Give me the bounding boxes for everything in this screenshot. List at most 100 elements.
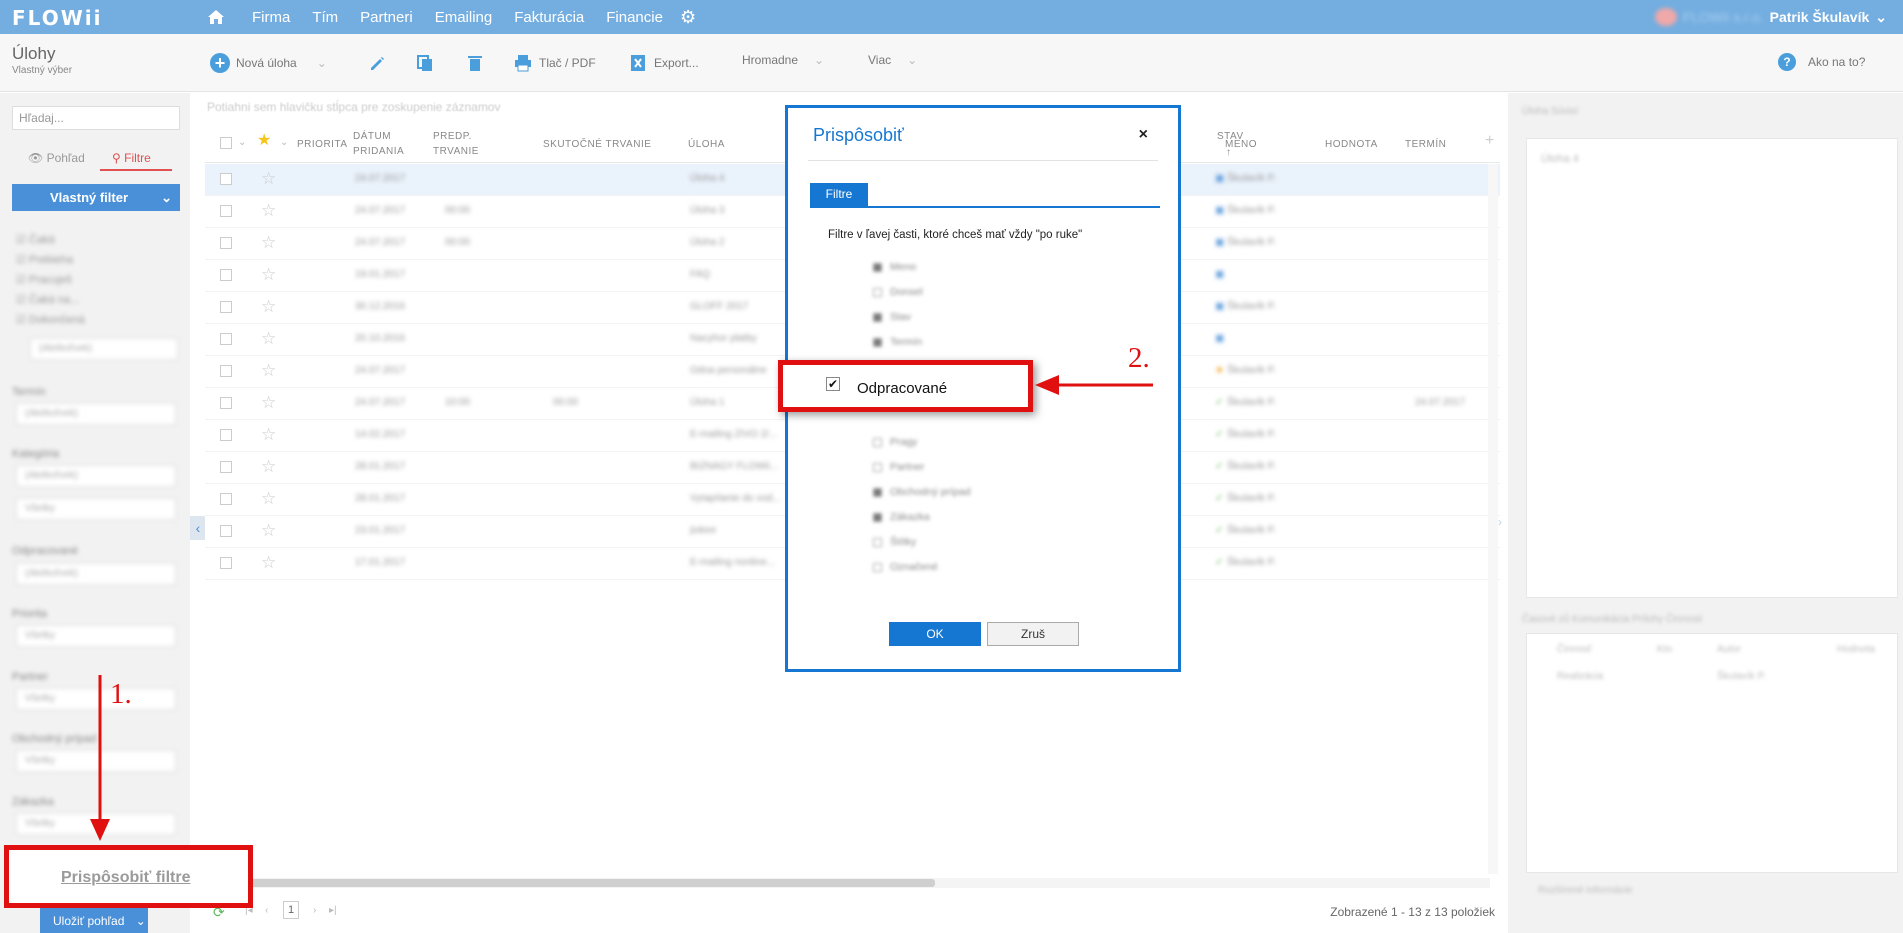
- filter-option-checkbox[interactable]: [873, 512, 882, 522]
- star-icon[interactable]: ☆: [261, 169, 276, 189]
- bulk-actions-dropdown[interactable]: Hromadne ⌄: [742, 53, 824, 67]
- tab-filters[interactable]: ⚲ Filtre: [112, 151, 151, 165]
- prev-page-icon[interactable]: ‹: [265, 905, 268, 916]
- filter-option[interactable]: Termín: [873, 336, 922, 348]
- star-filter-icon[interactable]: ★: [257, 133, 272, 149]
- status-filter-item[interactable]: ☑ Prebieha: [16, 253, 73, 266]
- filter-option[interactable]: Stav: [873, 311, 911, 323]
- edit-button[interactable]: [367, 53, 387, 73]
- col-deadline[interactable]: TERMÍN: [1405, 137, 1446, 152]
- filter-option-checkbox[interactable]: [873, 562, 882, 572]
- chevron-down-icon[interactable]: ⌄: [280, 135, 289, 150]
- new-task-button[interactable]: + Nová úloha ⌄: [210, 53, 327, 73]
- row-checkbox[interactable]: [220, 557, 232, 569]
- search-input[interactable]: Hľadaj...: [12, 106, 180, 130]
- category-select[interactable]: (Akékoľvek): [16, 465, 176, 487]
- status-filter-item[interactable]: ☑ Čaká: [16, 233, 55, 246]
- nav-firma[interactable]: Firma: [252, 9, 290, 26]
- detail-tabs[interactable]: Úloha Súvisí: [1522, 106, 1578, 117]
- custom-filter-dropdown[interactable]: Vlastný filter ⌄: [12, 184, 180, 211]
- filter-option[interactable]: Partner: [873, 461, 924, 473]
- more-dropdown[interactable]: Viac ⌄: [868, 53, 917, 67]
- export-button[interactable]: Export...: [628, 53, 699, 73]
- filter-option[interactable]: Obchodný prípad: [873, 486, 971, 498]
- star-icon[interactable]: ☆: [261, 233, 276, 253]
- nav-emailing[interactable]: Emailing: [435, 9, 493, 26]
- collapse-right-panel-icon[interactable]: ›: [1498, 515, 1508, 539]
- row-checkbox[interactable]: [220, 301, 232, 313]
- col-planned-duration[interactable]: PREDP. TRVANIE: [433, 129, 483, 159]
- col-actual-duration[interactable]: SKUTOČNÉ TRVANIE: [543, 137, 651, 152]
- status-filter-item[interactable]: ☑ Čaká na...: [16, 293, 79, 306]
- star-icon[interactable]: ☆: [261, 393, 276, 413]
- row-checkbox[interactable]: [220, 525, 232, 537]
- filter-option[interactable]: Označené: [873, 561, 938, 573]
- row-checkbox[interactable]: [220, 365, 232, 377]
- delete-button[interactable]: [465, 53, 485, 73]
- cancel-button[interactable]: Zruš: [987, 622, 1079, 646]
- tab-filters[interactable]: Filtre: [810, 183, 868, 206]
- filter-option[interactable]: Meno: [873, 261, 916, 273]
- extended-info-link[interactable]: Rozšírené informácie: [1538, 885, 1632, 896]
- filter-option-checkbox[interactable]: [873, 487, 882, 497]
- nav-partneri[interactable]: Partneri: [360, 9, 413, 26]
- filter-option-checkbox[interactable]: [873, 537, 882, 547]
- nav-tim[interactable]: Tím: [312, 9, 338, 26]
- row-checkbox[interactable]: [220, 173, 232, 185]
- col-value[interactable]: HODNOTA: [1325, 137, 1378, 152]
- scrollbar-thumb[interactable]: [235, 879, 935, 887]
- copy-button[interactable]: [415, 53, 435, 73]
- star-icon[interactable]: ☆: [261, 521, 276, 541]
- help-button[interactable]: ? Ako na to?: [1778, 53, 1865, 71]
- user-menu[interactable]: FLOWii s.r.o. Patrik Škulavík ⌄: [1654, 8, 1887, 26]
- col-name[interactable]: MENO: [1225, 137, 1257, 152]
- row-checkbox[interactable]: [220, 493, 232, 505]
- row-checkbox[interactable]: [220, 205, 232, 217]
- next-page-icon[interactable]: ›: [313, 905, 316, 916]
- ok-button[interactable]: OK: [889, 622, 981, 646]
- select-all-checkbox[interactable]: [220, 137, 232, 149]
- chevron-down-icon[interactable]: ⌄: [238, 135, 247, 150]
- page-number[interactable]: 1: [283, 901, 299, 919]
- nav-fakturacia[interactable]: Fakturácia: [514, 9, 584, 26]
- col-task[interactable]: ÚLOHA: [688, 137, 725, 152]
- filter-option-checkbox[interactable]: [873, 437, 882, 447]
- star-icon[interactable]: ☆: [261, 361, 276, 381]
- worked-select[interactable]: (Akékoľvek): [16, 563, 176, 585]
- worked-checkbox[interactable]: ✔: [826, 377, 840, 391]
- vertical-scrollbar[interactable]: [1488, 164, 1498, 874]
- flowii-logo[interactable]: FLOWii: [12, 6, 102, 30]
- add-column-icon[interactable]: +: [1485, 133, 1495, 149]
- chevron-down-icon[interactable]: ⌄: [317, 56, 327, 70]
- status-filter-item[interactable]: ☑ Dokončená: [16, 313, 85, 326]
- filter-option[interactable]: Štítky: [873, 536, 916, 548]
- priority-select[interactable]: Všetky: [16, 625, 176, 647]
- print-pdf-button[interactable]: Tlač / PDF: [513, 53, 596, 73]
- collapse-left-panel-icon[interactable]: ‹: [190, 516, 206, 540]
- filter-option-checkbox[interactable]: [873, 312, 882, 322]
- filter-option-checkbox[interactable]: [873, 337, 882, 347]
- star-icon[interactable]: ☆: [261, 297, 276, 317]
- star-icon[interactable]: ☆: [261, 265, 276, 285]
- status-filter-item[interactable]: ☑ Pracuješ: [16, 273, 72, 286]
- activity-tabs[interactable]: Časové zů Komunikácia Prílohy Činnosti: [1522, 614, 1702, 625]
- star-icon[interactable]: ☆: [261, 489, 276, 509]
- row-checkbox[interactable]: [220, 429, 232, 441]
- row-checkbox[interactable]: [220, 333, 232, 345]
- horizontal-scrollbar[interactable]: [235, 878, 1490, 888]
- filter-option-checkbox[interactable]: [873, 462, 882, 472]
- category-subselect[interactable]: Všetky: [16, 498, 176, 520]
- filter-option[interactable]: Zákazka: [873, 511, 930, 523]
- close-icon[interactable]: ×: [1139, 126, 1148, 144]
- filter-option-checkbox[interactable]: [873, 262, 882, 272]
- col-priority[interactable]: PRIORITA: [297, 137, 347, 152]
- star-icon[interactable]: ☆: [261, 201, 276, 221]
- customize-filters-link[interactable]: Prispôsobiť filtre: [61, 869, 190, 887]
- filter-option[interactable]: Pragy: [873, 436, 917, 448]
- nav-financie[interactable]: Financie: [606, 9, 663, 26]
- deadline-select[interactable]: (Akékoľvek): [16, 403, 176, 425]
- row-checkbox[interactable]: [220, 237, 232, 249]
- star-icon[interactable]: ☆: [261, 425, 276, 445]
- save-view-button[interactable]: Uložiť pohľad ⌄: [40, 908, 148, 933]
- settings-gear-icon[interactable]: ⚙: [680, 7, 696, 28]
